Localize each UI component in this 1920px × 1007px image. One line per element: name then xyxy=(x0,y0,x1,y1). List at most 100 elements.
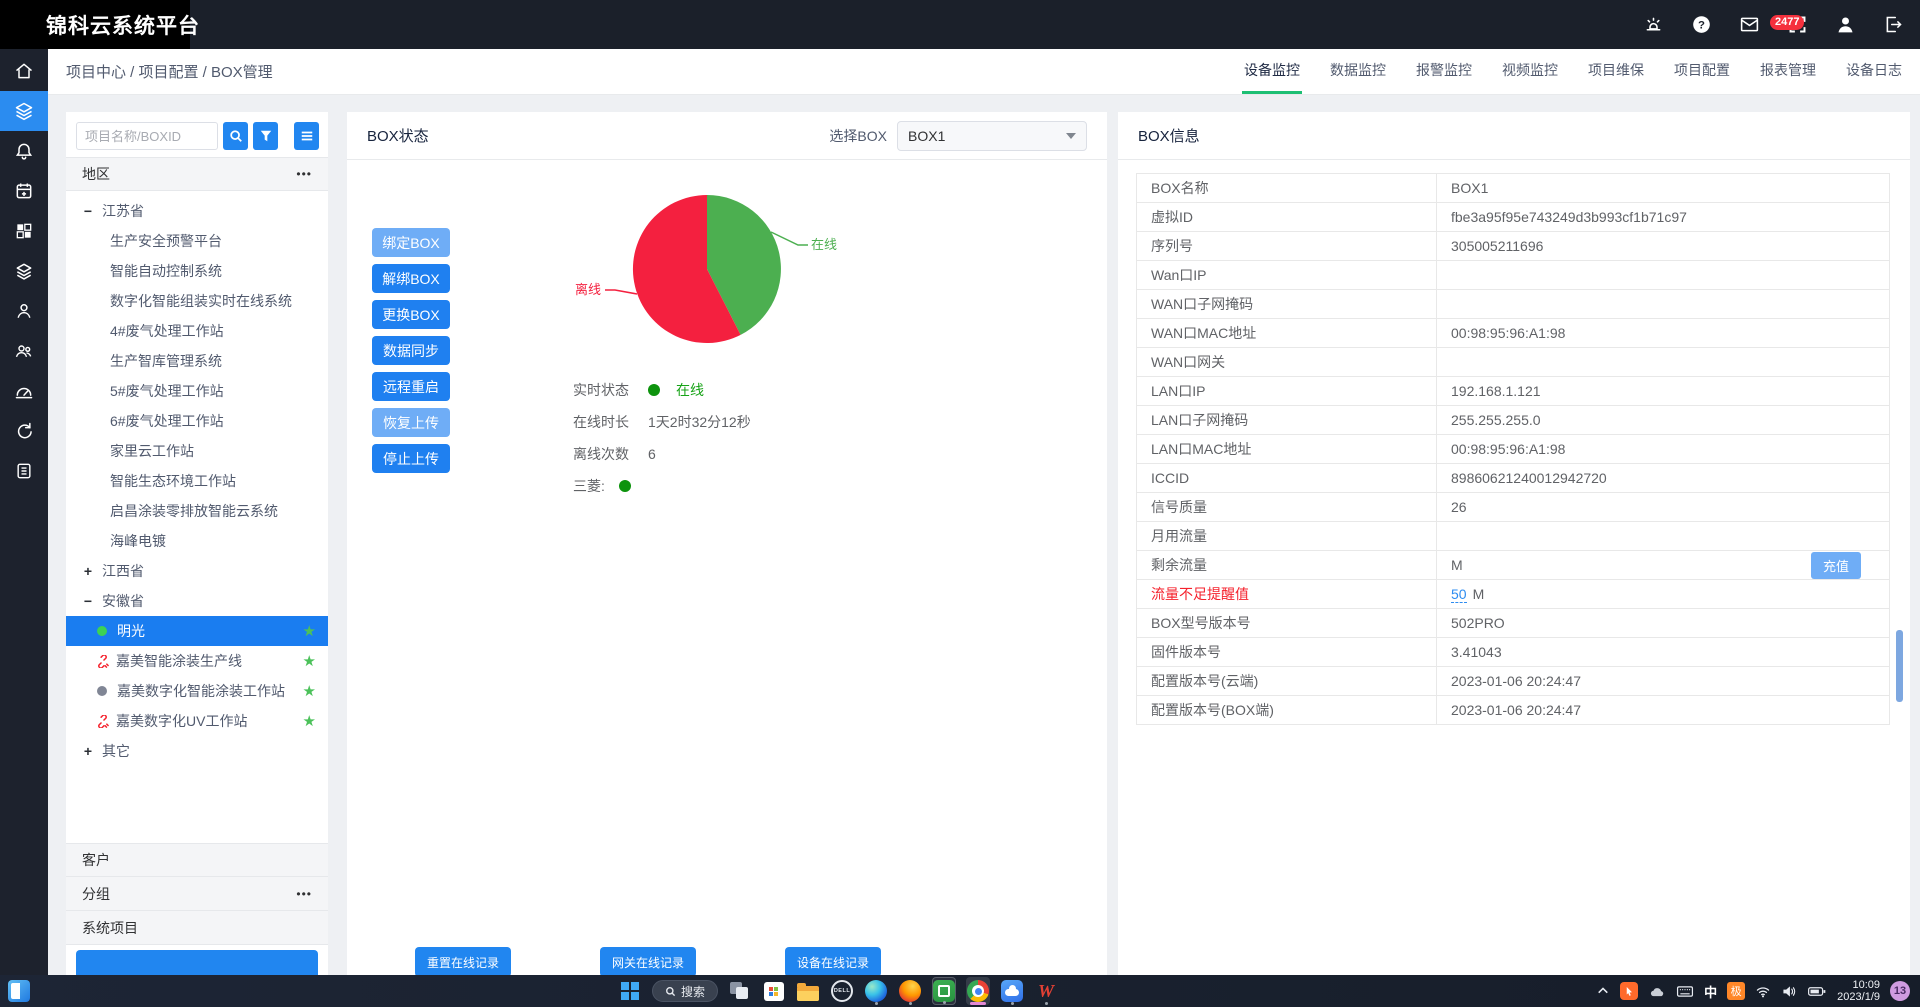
sidebar-item-dashboard[interactable] xyxy=(0,211,48,251)
star-icon[interactable]: ★ xyxy=(303,682,328,700)
box-action-button[interactable]: 停止上传 xyxy=(372,444,450,473)
star-icon[interactable]: ★ xyxy=(303,652,328,670)
star-icon[interactable]: ★ xyxy=(303,712,328,730)
collapse-icon[interactable]: − xyxy=(80,593,96,609)
sidebar-item-resources[interactable] xyxy=(0,251,48,291)
file-explorer-icon[interactable] xyxy=(796,977,820,1005)
tree-item[interactable]: −安徽省 xyxy=(66,586,328,616)
nav-tab[interactable]: 报警监控 xyxy=(1414,49,1474,94)
tree-item[interactable]: 智能生态环境工作站 xyxy=(66,466,328,496)
touch-keyboard-icon[interactable] xyxy=(1676,985,1694,998)
logout-icon[interactable] xyxy=(1882,14,1904,36)
section-header[interactable]: 客户 xyxy=(66,843,328,877)
onedrive-icon[interactable] xyxy=(1648,985,1666,998)
chrome-icon[interactable] xyxy=(966,977,990,1005)
box-action-button[interactable]: 数据同步 xyxy=(372,336,450,365)
sidebar-item-projects[interactable] xyxy=(0,91,48,131)
tree-item[interactable]: 海峰电镀 xyxy=(66,526,328,556)
tree-item[interactable]: 6#废气处理工作站 xyxy=(66,406,328,436)
more-icon[interactable]: ••• xyxy=(296,887,312,901)
recharge-button[interactable]: 充值 xyxy=(1811,552,1861,579)
wifi-icon[interactable] xyxy=(1755,985,1771,998)
record-button[interactable]: 网关在线记录 xyxy=(600,947,696,977)
nav-tab[interactable]: 数据监控 xyxy=(1328,49,1388,94)
tray-expand-icon[interactable] xyxy=(1596,985,1610,997)
start-button[interactable] xyxy=(618,977,642,1005)
nav-tab[interactable]: 报表管理 xyxy=(1758,49,1818,94)
sidebar-item-customers[interactable] xyxy=(0,331,48,371)
tree-item[interactable]: 明光★ xyxy=(66,616,328,646)
store-icon[interactable] xyxy=(762,977,786,1005)
tree-item[interactable]: +其它 xyxy=(66,736,328,766)
sidebar-item-account[interactable] xyxy=(0,291,48,331)
widgets-icon[interactable] xyxy=(8,980,30,1002)
mail-icon[interactable] xyxy=(1738,14,1760,36)
tree-item[interactable]: 启昌涂装零排放智能云系统 xyxy=(66,496,328,526)
tree-item[interactable]: 嘉美智能涂装生产线★ xyxy=(66,646,328,676)
task-view-icon[interactable] xyxy=(728,977,752,1005)
box-action-button[interactable]: 更换BOX xyxy=(372,300,450,329)
record-button[interactable]: 设备在线记录 xyxy=(785,947,881,977)
box-select[interactable]: BOX1 xyxy=(897,121,1087,151)
tree-item[interactable]: 嘉美数字化UV工作站★ xyxy=(66,706,328,736)
tree-item[interactable]: 4#废气处理工作站 xyxy=(66,316,328,346)
box-action-button[interactable]: 恢复上传 xyxy=(372,408,450,437)
alarm-siren-icon[interactable] xyxy=(1642,14,1664,36)
sidebar-item-plans[interactable] xyxy=(0,171,48,211)
star-icon[interactable]: ★ xyxy=(303,622,328,640)
tree-item[interactable]: 5#废气处理工作站 xyxy=(66,376,328,406)
sidebar-item-home[interactable] xyxy=(0,51,48,91)
box-action-button[interactable]: 解绑BOX xyxy=(372,264,450,293)
box-action-button[interactable]: 远程重启 xyxy=(372,372,450,401)
firefox-icon[interactable] xyxy=(898,977,922,1005)
tree-item[interactable]: 智能自动控制系统 xyxy=(66,256,328,286)
nav-tab[interactable]: 视频监控 xyxy=(1500,49,1560,94)
search-input[interactable] xyxy=(76,122,218,150)
sidebar-item-alerts[interactable] xyxy=(0,131,48,171)
green-app-icon[interactable] xyxy=(932,977,956,1005)
search-button[interactable] xyxy=(223,122,248,150)
edge-icon[interactable] xyxy=(864,977,888,1005)
ime-indicator[interactable]: 中 xyxy=(1704,982,1717,1001)
pointer-app-icon[interactable] xyxy=(1620,982,1638,1000)
section-header[interactable]: 系统项目 xyxy=(66,911,328,945)
taskbar-clock[interactable]: 10:09 2023/1/9 xyxy=(1837,979,1880,1003)
more-icon[interactable]: ••• xyxy=(296,167,312,181)
tree-item[interactable]: 生产安全预警平台 xyxy=(66,226,328,256)
menu-button[interactable] xyxy=(294,122,319,150)
wps-icon[interactable]: W xyxy=(1034,977,1058,1005)
tree-item[interactable]: 家里云工作站 xyxy=(66,436,328,466)
tree-item[interactable]: 嘉美数字化智能涂装工作站★ xyxy=(66,676,328,706)
section-header[interactable]: 分组••• xyxy=(66,877,328,911)
tree-item[interactable]: +江西省 xyxy=(66,556,328,586)
filter-button[interactable] xyxy=(253,122,278,150)
sidebar-item-sync[interactable] xyxy=(0,411,48,451)
tree-item[interactable]: 生产智库管理系统 xyxy=(66,346,328,376)
expand-icon[interactable]: + xyxy=(80,563,96,579)
help-icon[interactable]: ? xyxy=(1690,14,1712,36)
dell-icon[interactable]: DELL xyxy=(830,977,854,1005)
section-region[interactable]: 地区 ••• xyxy=(66,157,328,191)
battery-icon[interactable] xyxy=(1807,985,1827,998)
record-button[interactable]: 重置在线记录 xyxy=(415,947,511,977)
sidebar-item-logs[interactable] xyxy=(0,451,48,491)
ime-app-icon[interactable]: 极 xyxy=(1727,982,1745,1000)
nav-tab[interactable]: 项目配置 xyxy=(1672,49,1732,94)
user-icon[interactable] xyxy=(1834,14,1856,36)
cloud-app-icon[interactable] xyxy=(1000,977,1024,1005)
taskbar-search[interactable]: 搜索 xyxy=(652,980,718,1002)
nav-tab[interactable]: 设备监控 xyxy=(1242,49,1302,94)
collapse-icon[interactable]: − xyxy=(80,203,96,219)
threshold-link[interactable]: 50 xyxy=(1451,586,1467,603)
sidebar-item-monitor[interactable] xyxy=(0,371,48,411)
box-action-button[interactable]: 绑定BOX xyxy=(372,228,450,257)
scrollbar-thumb[interactable] xyxy=(1896,630,1903,702)
tree-item[interactable]: −江苏省 xyxy=(66,196,328,226)
volume-icon[interactable] xyxy=(1781,985,1797,998)
nav-tab[interactable]: 设备日志 xyxy=(1844,49,1904,94)
fullscreen-icon[interactable]: 2477 xyxy=(1786,14,1808,36)
notification-count-badge[interactable]: 13 xyxy=(1890,981,1910,1001)
tree-item[interactable]: 数字化智能组装实时在线系统 xyxy=(66,286,328,316)
expand-icon[interactable]: + xyxy=(80,743,96,759)
nav-tab[interactable]: 项目维保 xyxy=(1586,49,1646,94)
